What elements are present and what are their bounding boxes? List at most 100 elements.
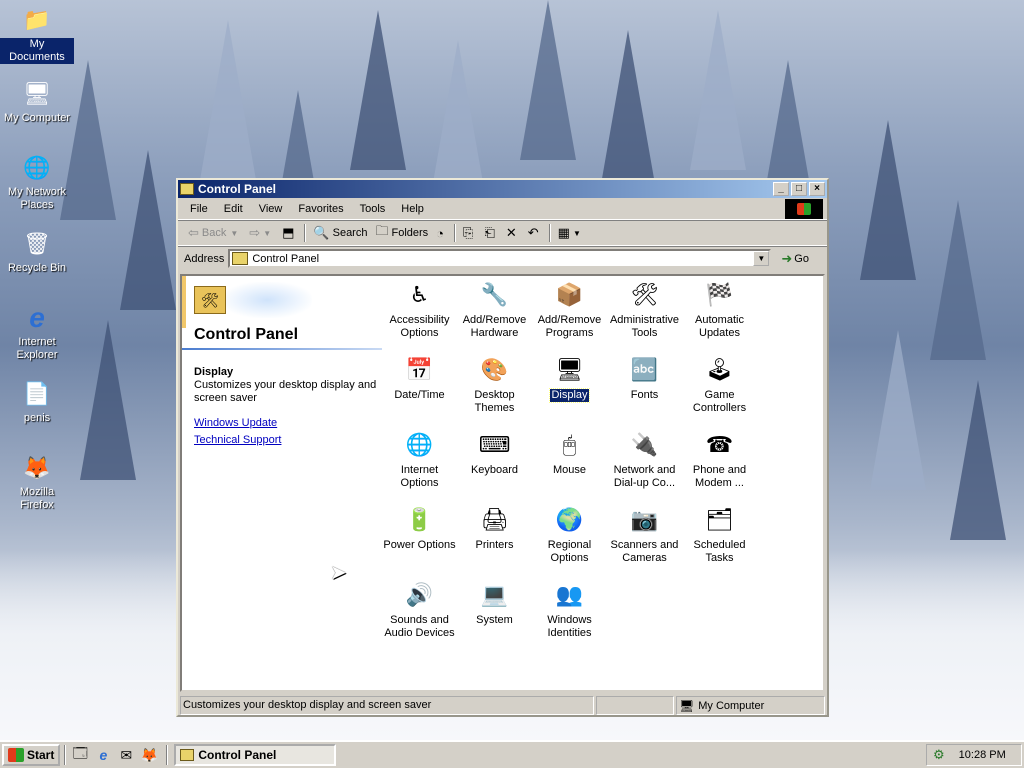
clock[interactable]: 10:28 PM [959, 749, 1006, 761]
delete-button[interactable]: ✕ [502, 222, 524, 244]
undo-button[interactable]: ↶ [524, 222, 546, 244]
desktop-icon-penis[interactable]: 📄 penis [0, 378, 74, 425]
menu-edit[interactable]: Edit [216, 203, 251, 215]
address-dropdown-button[interactable]: ▼ [753, 251, 770, 266]
control-panel-icon [180, 183, 194, 195]
item-add-remove-hardware[interactable]: 🔧 Add/Remove Hardware [457, 278, 532, 340]
item-add-remove-programs[interactable]: 📦 Add/Remove Programs [532, 278, 607, 340]
back-label: Back [201, 227, 227, 239]
go-arrow-icon: ➜ [781, 250, 793, 266]
camera-icon: 📷 [630, 506, 659, 532]
maximize-button[interactable]: □ [791, 182, 807, 196]
computer-icon: 💻 [480, 581, 509, 607]
item-label: Mouse [552, 464, 587, 476]
speaker-icon: 🔊 [405, 581, 434, 607]
item-automatic-updates[interactable]: 🏁 Automatic Updates [682, 278, 757, 340]
minimize-button[interactable]: _ [773, 182, 789, 196]
item-date-time[interactable]: 📅 Date/Time [382, 353, 457, 402]
desktop-icon-mozilla-firefox[interactable]: 🦊 Mozilla Firefox [0, 452, 74, 512]
tasks-icon: 🗂 [705, 506, 734, 532]
folders-button[interactable]: 🗀 Folders [371, 222, 432, 244]
desktop-icon-label: My Documents [0, 38, 74, 64]
item-desktop-themes[interactable]: 🎨 Desktop Themes [457, 353, 532, 415]
item-printers[interactable]: 🖨 Printers [457, 503, 532, 552]
show-desktop-icon[interactable]: 🗔 [70, 745, 90, 765]
desktop-icon-my-network-places[interactable]: 🌐 My Network Places [0, 152, 74, 212]
menu-favorites[interactable]: Favorites [290, 203, 351, 215]
menu-help[interactable]: Help [393, 203, 432, 215]
item-accessibility-options[interactable]: ♿ Accessibility Options [382, 278, 457, 340]
item-label: Desktop Themes [474, 389, 515, 414]
item-display[interactable]: 🖥 Display [532, 353, 607, 403]
forward-button[interactable]: ⇨ ▼ [245, 222, 278, 244]
window-title: Control Panel [198, 182, 277, 196]
menu-file[interactable]: File [182, 203, 216, 215]
move-to-icon: ⎘ [463, 225, 474, 240]
content-area: 🛠 Control Panel Display Customizes your … [180, 274, 825, 692]
item-administrative-tools[interactable]: 🛠 Administrative Tools [607, 278, 682, 340]
desktop-icon-label: Recycle Bin [7, 262, 67, 274]
item-phone-and-modem[interactable]: ☎ Phone and Modem ... [682, 428, 757, 490]
views-grid-icon: ▦ [557, 225, 570, 240]
item-label: Add/Remove Hardware [462, 314, 527, 339]
undo-icon: ↶ [527, 225, 539, 240]
item-network-and-dial-up[interactable]: 🔌 Network and Dial-up Co... [607, 428, 682, 490]
item-label: Date/Time [394, 389, 445, 401]
keyboard-icon: ⌨ [478, 431, 511, 457]
item-label: Fonts [630, 389, 659, 401]
folder-up-icon: ⬒ [282, 225, 295, 240]
start-label: Start [27, 748, 55, 762]
windows-update-link[interactable]: Windows Update [194, 417, 277, 429]
item-label: Keyboard [470, 464, 519, 476]
item-game-controllers[interactable]: 🕹 Game Controllers [682, 353, 757, 415]
address-input[interactable]: Control Panel ▼ [228, 249, 772, 268]
search-button[interactable]: 🔍 Search [309, 222, 371, 244]
desktop-icon-internet-explorer[interactable]: e Internet Explorer [0, 302, 74, 362]
menu-view[interactable]: View [251, 203, 291, 215]
outlook-express-icon[interactable]: ✉ [116, 745, 136, 765]
status-text: Customizes your desktop display and scre… [180, 696, 594, 715]
window-titlebar[interactable]: Control Panel _ □ × [178, 180, 827, 198]
item-mouse[interactable]: 🖱 Mouse [532, 428, 607, 477]
history-button[interactable]: ◔ [432, 222, 451, 244]
pane-title: Control Panel [194, 326, 299, 343]
move-to-button[interactable]: ⎘ [459, 222, 480, 244]
close-button[interactable]: × [809, 182, 825, 196]
up-folder-button[interactable]: ⬒ [278, 222, 301, 244]
taskbar-button-control-panel[interactable]: Control Panel [174, 744, 337, 766]
item-label: Administrative Tools [609, 314, 680, 339]
recycle-bin-icon: 🗑 [23, 231, 51, 256]
item-label: Sounds and Audio Devices [384, 614, 455, 639]
desktop-icon-label: penis [23, 412, 51, 424]
item-internet-options[interactable]: 🌐 Internet Options [382, 428, 457, 490]
start-button[interactable]: Start [2, 744, 61, 766]
programs-icon: 📦 [555, 281, 584, 307]
desktop-icon-recycle-bin[interactable]: 🗑 Recycle Bin [0, 228, 74, 275]
item-keyboard[interactable]: ⌨ Keyboard [457, 428, 532, 477]
views-button[interactable]: ▦ ▼ [554, 222, 588, 244]
item-windows-identities[interactable]: 👥 Windows Identities [532, 578, 607, 640]
copy-to-button[interactable]: ⎗ [480, 222, 501, 244]
item-fonts[interactable]: 🔤 Fonts [607, 353, 682, 402]
item-power-options[interactable]: 🔋 Power Options [382, 503, 457, 552]
back-button[interactable]: ⇦ Back ▼ [184, 222, 245, 244]
technical-support-link[interactable]: Technical Support [194, 434, 281, 446]
ie-icon[interactable]: e [93, 745, 113, 765]
desktop-icon-my-computer[interactable]: 🖥 My Computer [0, 78, 74, 125]
tray-app-icon[interactable]: ⚙ [933, 747, 945, 763]
item-scanners-and-cameras[interactable]: 📷 Scanners and Cameras [607, 503, 682, 565]
item-label: Phone and Modem ... [692, 464, 747, 489]
item-sounds-and-audio-devices[interactable]: 🔊 Sounds and Audio Devices [382, 578, 457, 640]
status-bar: Customizes your desktop display and scre… [180, 696, 825, 715]
item-label: Scanners and Cameras [610, 539, 679, 564]
firefox-icon[interactable]: 🦊 [139, 745, 159, 765]
menu-tools[interactable]: Tools [352, 203, 394, 215]
toolbar-separator [454, 224, 457, 242]
item-scheduled-tasks[interactable]: 🗂 Scheduled Tasks [682, 503, 757, 565]
go-button[interactable]: ➜ Go [781, 251, 809, 267]
item-system[interactable]: 💻 System [457, 578, 532, 627]
status-panel-empty [596, 696, 674, 715]
item-regional-options[interactable]: 🌍 Regional Options [532, 503, 607, 565]
item-label: Internet Options [400, 464, 439, 489]
desktop-icon-my-documents[interactable]: 📁 My Documents [0, 4, 74, 64]
